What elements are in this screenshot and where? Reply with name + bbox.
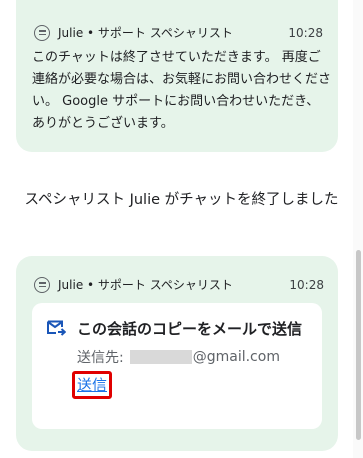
sender-name: Julie • サポート スペシャリスト bbox=[58, 278, 233, 292]
message-header: Julie • サポート スペシャリスト 10:28 bbox=[32, 276, 324, 293]
agent-message-closing: Julie • サポート スペシャリスト 10:28 このチャットは終了させてい… bbox=[16, 0, 338, 152]
message-time: 10:28 bbox=[289, 277, 324, 292]
recipient-line: 送信先: @gmail.com bbox=[77, 347, 310, 367]
message-time: 10:28 bbox=[288, 25, 323, 40]
mail-send-icon bbox=[46, 320, 68, 399]
recipient-domain: @gmail.com bbox=[192, 349, 280, 365]
send-button[interactable]: 送信 bbox=[72, 371, 113, 399]
support-agent-icon bbox=[34, 24, 50, 41]
message-header: Julie • サポート スペシャリスト 10:28 bbox=[32, 24, 323, 41]
system-message: スペシャリスト Julie がチャットを終了しました bbox=[24, 192, 339, 208]
recipient-label: 送信先: bbox=[77, 350, 124, 366]
redacted-email-local-part bbox=[129, 350, 192, 364]
email-transcript-card: この会話のコピーをメールで送信 送信先: @gmail.com 送信 bbox=[32, 303, 322, 429]
message-text: このチャットは終了させていただきます。 再度ご連絡が必要な場合は、お気軽にお問い… bbox=[32, 50, 332, 131]
scrollbar-thumb[interactable] bbox=[356, 250, 361, 440]
card-title: この会話のコピーをメールで送信 bbox=[77, 320, 303, 338]
chat-transcript: Julie • サポート スペシャリスト 10:28 このチャットは終了させてい… bbox=[0, 0, 363, 458]
sender-name: Julie • サポート スペシャリスト bbox=[58, 26, 233, 40]
scrollbar-track[interactable] bbox=[353, 0, 363, 458]
agent-message-transcript: Julie • サポート スペシャリスト 10:28 この会話のコピーをメールで… bbox=[16, 256, 338, 451]
support-agent-icon bbox=[34, 276, 50, 293]
